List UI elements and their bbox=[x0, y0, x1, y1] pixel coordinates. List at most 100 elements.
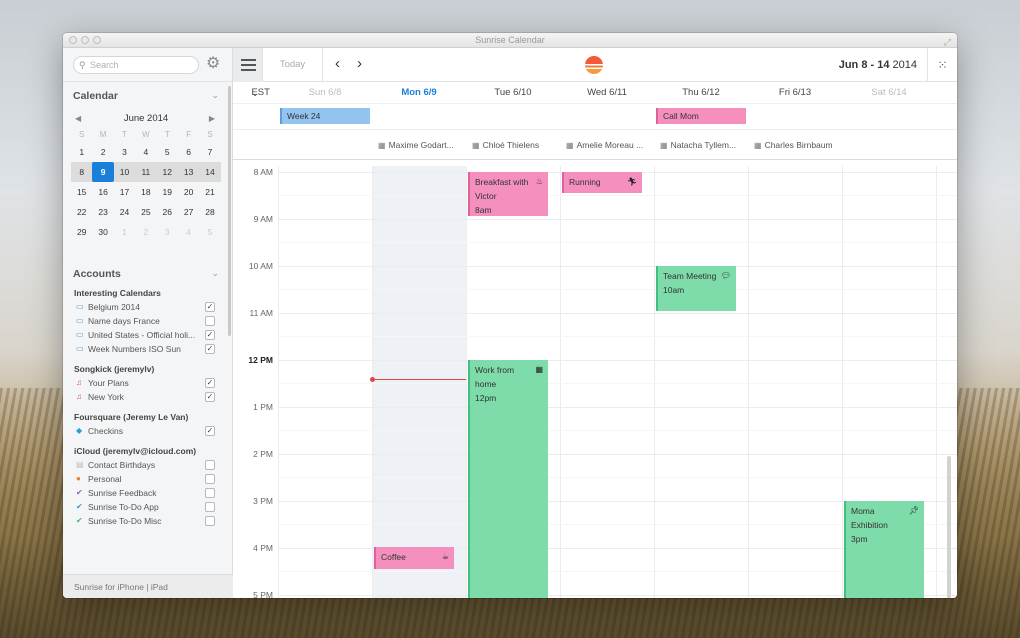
event-moma-exhibition[interactable]: 📌︎ Moma Exhibition 3pm bbox=[844, 501, 924, 598]
mini-day[interactable]: 27 bbox=[178, 202, 199, 222]
mini-day[interactable]: 7 bbox=[199, 142, 220, 162]
mini-day[interactable]: 17 bbox=[114, 182, 135, 202]
allday-event-call-mom[interactable]: Call Mom bbox=[656, 108, 746, 124]
mini-day[interactable]: 4 bbox=[135, 142, 156, 162]
person-tag[interactable]: ▦ Amelie Moreau ... bbox=[566, 130, 643, 161]
accounts-section-header[interactable]: Accounts ⌄ bbox=[63, 268, 233, 280]
mini-day[interactable]: 25 bbox=[135, 202, 156, 222]
sidebar-footer[interactable]: Sunrise for iPhone | iPad bbox=[63, 574, 233, 598]
chevron-right-icon[interactable]: › bbox=[357, 55, 362, 73]
zoom-button[interactable] bbox=[93, 36, 101, 44]
mini-day[interactable]: 28 bbox=[199, 202, 220, 222]
menu-button[interactable] bbox=[233, 48, 263, 82]
search-input[interactable]: ⚲ Search bbox=[73, 56, 199, 74]
mini-day[interactable]: 14 bbox=[199, 162, 220, 182]
sidebar-scrollbar[interactable] bbox=[228, 86, 231, 336]
calendar-list-item[interactable]: ● Personal bbox=[63, 472, 233, 486]
calendar-checkbox[interactable] bbox=[205, 488, 215, 498]
calendar-checkbox[interactable]: ✓ bbox=[205, 426, 215, 436]
calendar-checkbox[interactable] bbox=[205, 502, 215, 512]
person-tag[interactable]: ▦ Natacha Tyllem... bbox=[660, 130, 736, 161]
event-team-meeting[interactable]: 💬︎ Team Meeting 10am bbox=[656, 266, 736, 311]
mini-day[interactable]: 11 bbox=[135, 162, 156, 182]
mini-day[interactable]: 3 bbox=[114, 142, 135, 162]
day-header-wed[interactable]: Wed 6/11 bbox=[560, 82, 654, 104]
chevron-down-icon[interactable]: ⌄ bbox=[211, 268, 219, 279]
chevron-left-icon[interactable]: ‹ bbox=[335, 55, 340, 73]
mini-day[interactable]: 21 bbox=[199, 182, 220, 202]
day-header-fri[interactable]: Fri 6/13 bbox=[748, 82, 842, 104]
mini-day[interactable]: 10 bbox=[114, 162, 135, 182]
mini-day[interactable]: 18 bbox=[135, 182, 156, 202]
mini-day[interactable]: 22 bbox=[71, 202, 92, 222]
mini-day-next-month[interactable]: 4 bbox=[178, 222, 199, 242]
fullscreen-icon[interactable]: ⤢ bbox=[944, 35, 951, 49]
mini-day[interactable]: 16 bbox=[92, 182, 113, 202]
mini-day[interactable]: 8 bbox=[71, 162, 92, 182]
chevron-down-icon[interactable]: ⌄ bbox=[211, 90, 219, 101]
calendar-list-item[interactable]: ▭ Belgium 2014 ✓ bbox=[63, 300, 233, 314]
time-grid[interactable]: 8 AM 9 AM 10 AM 11 AM 12 PM 1 PM 2 PM 3 … bbox=[233, 166, 957, 598]
calendar-list-item[interactable]: ▤ Contact Birthdays bbox=[63, 458, 233, 472]
calendar-checkbox[interactable]: ✓ bbox=[205, 302, 215, 312]
calendar-checkbox[interactable]: ✓ bbox=[205, 378, 215, 388]
minimize-button[interactable] bbox=[81, 36, 89, 44]
mini-day[interactable]: 5 bbox=[157, 142, 178, 162]
mini-day[interactable]: 24 bbox=[114, 202, 135, 222]
day-header-sun[interactable]: Sun 6/8 bbox=[278, 82, 372, 104]
calendar-list-item[interactable]: ▭ Week Numbers ISO Sun ✓ bbox=[63, 342, 233, 356]
mini-day-next-month[interactable]: 5 bbox=[199, 222, 220, 242]
close-button[interactable] bbox=[69, 36, 77, 44]
calendar-list-item[interactable]: ▭ United States - Official holi... ✓ bbox=[63, 328, 233, 342]
prev-month-icon[interactable]: ◀ bbox=[75, 112, 81, 126]
event-breakfast-with-victor[interactable]: ♨ Breakfast with Victor 8am bbox=[468, 172, 548, 216]
calendar-list-item[interactable]: ▭ Name days France bbox=[63, 314, 233, 328]
mini-day-next-month[interactable]: 3 bbox=[157, 222, 178, 242]
person-tag[interactable]: ▦ Charles Birnbaum bbox=[754, 130, 833, 161]
mini-day[interactable]: 19 bbox=[157, 182, 178, 202]
calendar-list-item[interactable]: ♫ New York ✓ bbox=[63, 390, 233, 404]
calendar-checkbox[interactable]: ✓ bbox=[205, 344, 215, 354]
mini-day-next-month[interactable]: 2 bbox=[135, 222, 156, 242]
next-month-icon[interactable]: ▶ bbox=[209, 112, 215, 126]
event-running[interactable]: 🏃︎ Running bbox=[562, 172, 642, 193]
mini-day-today[interactable]: 9 bbox=[92, 162, 114, 182]
day-header-thu[interactable]: Thu 6/12 bbox=[654, 82, 748, 104]
calendar-checkbox[interactable]: ✓ bbox=[205, 392, 215, 402]
mini-day-next-month[interactable]: 1 bbox=[114, 222, 135, 242]
grid-view-icon[interactable]: ⁙ bbox=[927, 48, 957, 82]
mini-day[interactable]: 26 bbox=[157, 202, 178, 222]
day-header-mon[interactable]: Mon 6/9 bbox=[372, 82, 466, 104]
event-coffee[interactable]: ☕︎ Coffee bbox=[374, 547, 454, 569]
calendar-checkbox[interactable] bbox=[205, 516, 215, 526]
person-tag[interactable]: ▦ Chloé Thielens bbox=[472, 130, 539, 161]
timezone-selector[interactable]: EST ⌄ bbox=[235, 82, 275, 104]
mini-day[interactable]: 6 bbox=[178, 142, 199, 162]
calendar-list-item[interactable]: ◆ Checkins ✓ bbox=[63, 424, 233, 438]
day-header-tue[interactable]: Tue 6/10 bbox=[466, 82, 560, 104]
mini-day[interactable]: 29 bbox=[71, 222, 92, 242]
gear-icon[interactable]: ⚙ bbox=[206, 55, 220, 73]
calendar-list-item[interactable]: ✔ Sunrise To-Do Misc bbox=[63, 514, 233, 528]
mini-day[interactable]: 12 bbox=[157, 162, 178, 182]
calendar-checkbox[interactable] bbox=[205, 474, 215, 484]
calendar-scrollbar[interactable] bbox=[947, 456, 951, 598]
mini-day[interactable]: 23 bbox=[92, 202, 113, 222]
mini-day[interactable]: 15 bbox=[71, 182, 92, 202]
calendar-list-item[interactable]: ✔ Sunrise To-Do App bbox=[63, 500, 233, 514]
calendar-section-header[interactable]: Calendar ⌄ bbox=[63, 90, 233, 102]
mini-day[interactable]: 2 bbox=[92, 142, 113, 162]
allday-event-week24[interactable]: Week 24 bbox=[280, 108, 370, 124]
today-button[interactable]: Today bbox=[263, 48, 323, 82]
calendar-list-item[interactable]: ✔ Sunrise Feedback bbox=[63, 486, 233, 500]
mini-day[interactable]: 30 bbox=[92, 222, 113, 242]
event-work-from-home[interactable]: ▦ Work from home 12pm bbox=[468, 360, 548, 598]
calendar-list-item[interactable]: ♫ Your Plans ✓ bbox=[63, 376, 233, 390]
calendar-checkbox[interactable] bbox=[205, 316, 215, 326]
day-header-sat[interactable]: Sat 6/14 bbox=[842, 82, 936, 104]
calendar-checkbox[interactable]: ✓ bbox=[205, 330, 215, 340]
calendar-checkbox[interactable] bbox=[205, 460, 215, 470]
mini-day[interactable]: 20 bbox=[178, 182, 199, 202]
mini-day[interactable]: 1 bbox=[71, 142, 92, 162]
person-tag[interactable]: ▦ Maxime Godart... bbox=[378, 130, 454, 161]
